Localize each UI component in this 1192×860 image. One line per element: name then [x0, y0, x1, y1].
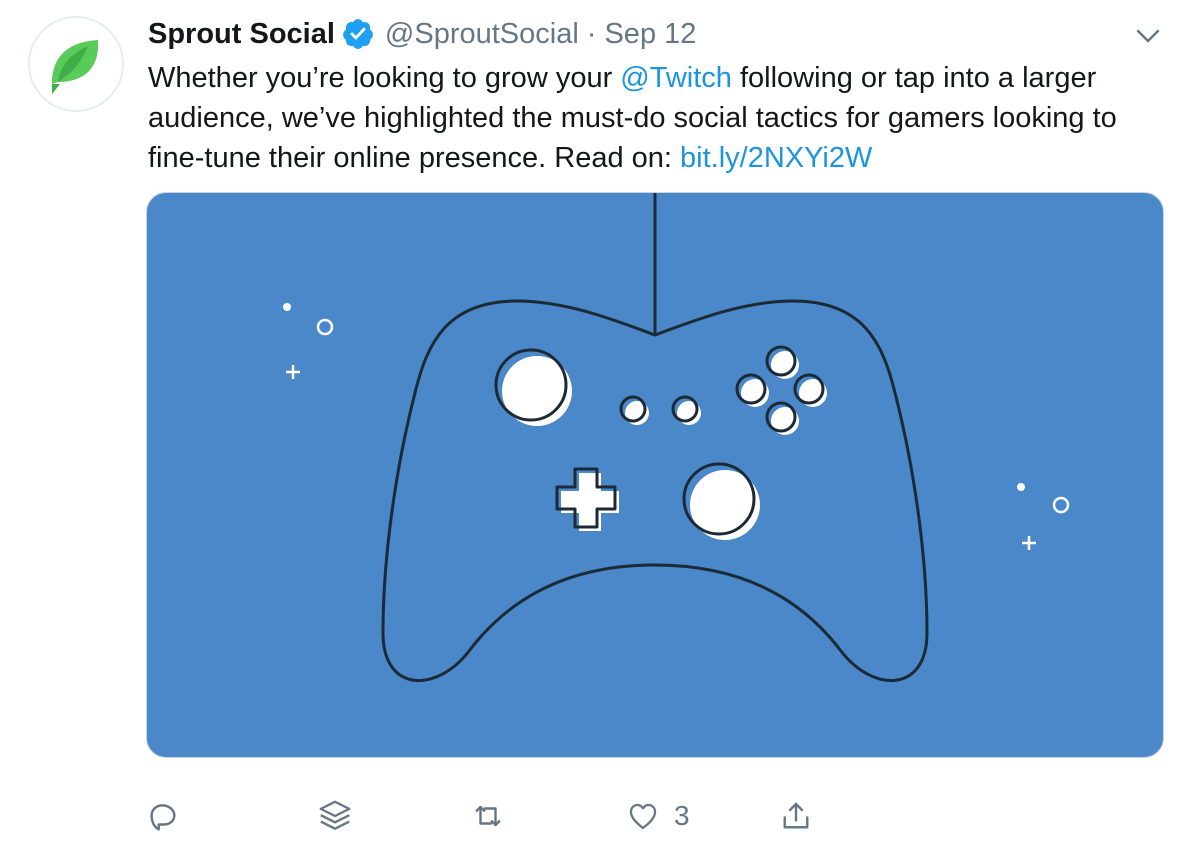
tweet-text: Whether you’re looking to grow your @Twi…: [148, 58, 1178, 178]
game-controller-illustration: [283, 193, 1070, 683]
retweet-button[interactable]: [470, 790, 506, 842]
like-count: 3: [674, 800, 690, 831]
sprout-logo-icon: [52, 40, 99, 94]
verified-badge-icon: [343, 19, 373, 49]
reply-button[interactable]: [146, 790, 180, 842]
tweet-text-part1: Whether you’re looking to grow your: [148, 62, 621, 94]
retweet-icon: [475, 805, 501, 827]
tweet-date[interactable]: Sep 12: [604, 18, 696, 51]
share-icon: [783, 802, 809, 829]
tweet-action-bar: 3: [140, 790, 860, 842]
like-button[interactable]: 3: [626, 790, 690, 842]
mention-link[interactable]: @Twitch: [620, 62, 732, 94]
share-button[interactable]: [778, 790, 814, 842]
layers-icon: [319, 800, 351, 830]
reply-icon: [150, 804, 176, 831]
avatar[interactable]: [28, 16, 124, 112]
user-handle[interactable]: @SproutSocial: [385, 18, 579, 51]
header-separator: ·: [586, 17, 597, 50]
display-name[interactable]: Sprout Social: [148, 18, 335, 51]
layers-button[interactable]: [316, 790, 354, 842]
tweet-header: Sprout Social @SproutSocial · Sep 12: [148, 16, 696, 52]
tweet-media-image[interactable]: [146, 192, 1164, 758]
heart-icon: [629, 803, 657, 830]
chevron-down-icon[interactable]: [1134, 24, 1162, 48]
url-link[interactable]: bit.ly/2NXYi2W: [680, 142, 872, 174]
